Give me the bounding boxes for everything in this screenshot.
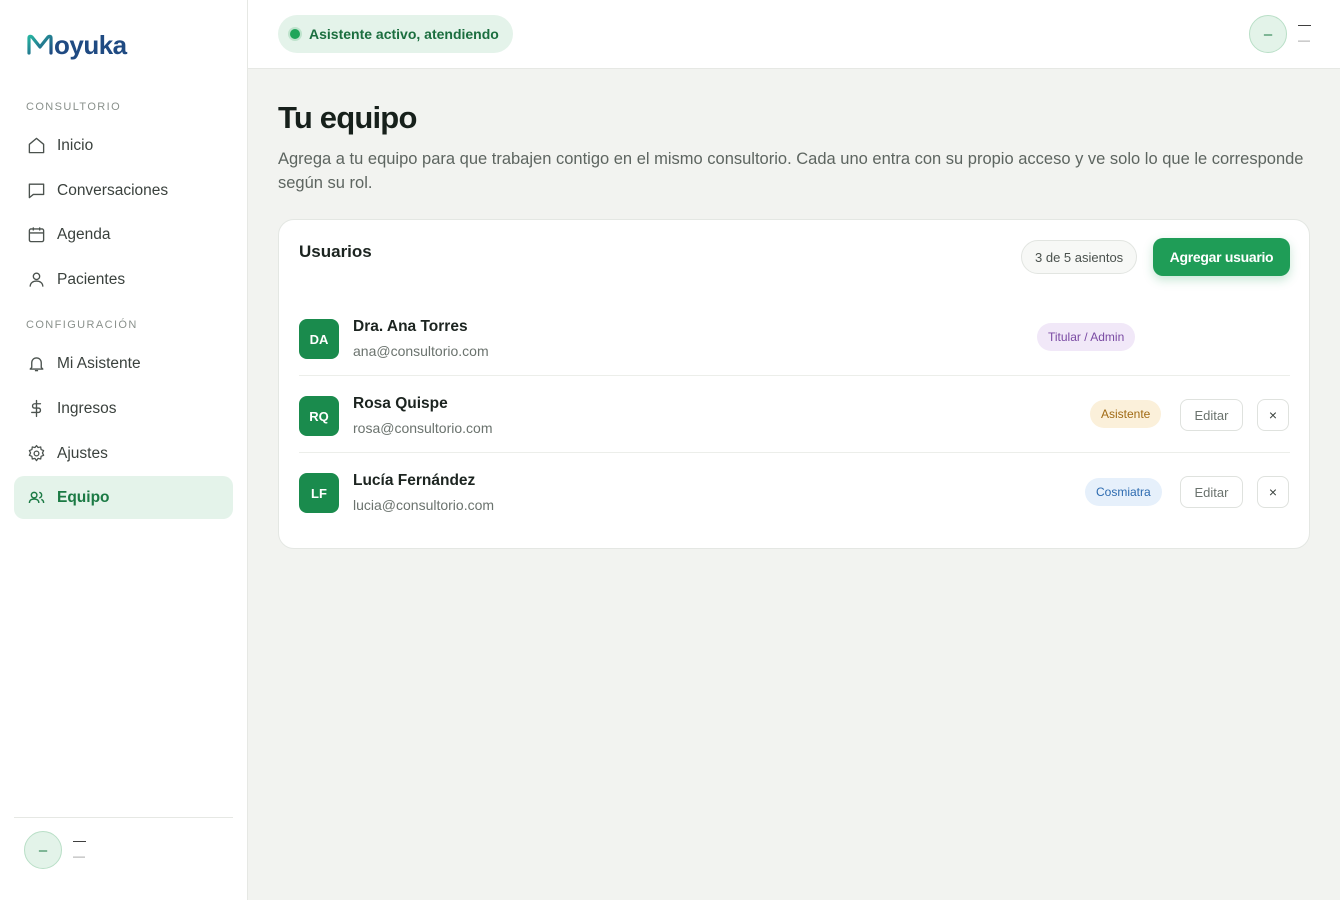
user-name: Rosa Quispe xyxy=(353,395,448,412)
users-card: Usuarios 3 de 5 asientos Agregar usuario… xyxy=(278,219,1310,549)
remove-user-button[interactable]: × xyxy=(1257,476,1289,508)
sidebar-item-pacientes[interactable]: Pacientes xyxy=(14,258,233,301)
sidebar-divider xyxy=(14,817,233,818)
role-badge: Asistente xyxy=(1090,400,1162,428)
bell-icon xyxy=(26,354,46,374)
sidebar-item-agenda[interactable]: Agenda xyxy=(14,213,233,256)
sidebar-item-label: Pacientes xyxy=(57,270,126,288)
section-label-configuracion: CONFIGURACIÓN xyxy=(26,319,138,331)
logo-mark-icon xyxy=(27,34,53,55)
sidebar-item-label: Conversaciones xyxy=(57,181,169,199)
user-avatar: RQ xyxy=(299,396,339,436)
users-icon xyxy=(26,488,46,508)
sidebar-item-label: Agenda xyxy=(57,225,111,243)
sidebar-item-label: Ajustes xyxy=(57,444,108,462)
user-icon xyxy=(26,270,46,290)
assistant-status-badge: Asistente activo, atendiendo xyxy=(278,15,513,53)
add-user-button[interactable]: Agregar usuario xyxy=(1153,238,1290,276)
sidebar: oyuka CONSULTORIO Inicio Conversaciones … xyxy=(0,0,248,900)
user-row: LF Lucía Fernández lucia@consultorio.com… xyxy=(299,454,1290,530)
sidebar-item-label: Mi Asistente xyxy=(57,354,141,372)
sidebar-user-info: — — xyxy=(73,834,86,864)
edit-user-button[interactable]: Editar xyxy=(1180,476,1243,508)
sidebar-item-label: Ingresos xyxy=(57,399,117,417)
seats-badge: 3 de 5 asientos xyxy=(1021,240,1138,274)
header-user-info: — — xyxy=(1298,18,1311,48)
page-title: Tu equipo xyxy=(278,100,417,135)
sidebar-item-equipo[interactable]: Equipo xyxy=(14,476,233,519)
avatar[interactable]: – xyxy=(24,831,62,869)
user-name: Lucía Fernández xyxy=(353,472,476,489)
home-icon xyxy=(26,136,46,156)
remove-user-button[interactable]: × xyxy=(1257,399,1289,431)
header-user-name: — xyxy=(1298,17,1311,32)
gear-icon xyxy=(26,444,46,464)
edit-user-button[interactable]: Editar xyxy=(1180,399,1243,431)
dollar-icon xyxy=(26,399,46,419)
sidebar-item-inicio[interactable]: Inicio xyxy=(14,124,233,167)
card-title: Usuarios xyxy=(299,242,372,261)
status-dot-icon xyxy=(290,29,300,39)
brand-name: oyuka xyxy=(54,29,127,60)
user-avatar: LF xyxy=(299,473,339,513)
sidebar-item-mi-asistente[interactable]: Mi Asistente xyxy=(14,342,233,385)
calendar-icon xyxy=(26,225,46,245)
user-row: RQ Rosa Quispe rosa@consultorio.com Asis… xyxy=(299,377,1290,453)
page-description: Agrega a tu equipo para que trabajen con… xyxy=(278,150,1304,192)
top-header: Asistente activo, atendiendo – — — xyxy=(248,0,1340,69)
role-badge: Cosmiatra xyxy=(1085,478,1162,506)
user-email: ana@consultorio.com xyxy=(353,343,489,359)
assistant-status-text: Asistente activo, atendiendo xyxy=(309,26,499,42)
user-email: lucia@consultorio.com xyxy=(353,497,495,513)
brand-logo[interactable]: oyuka xyxy=(26,30,127,60)
sidebar-item-conversaciones[interactable]: Conversaciones xyxy=(14,169,233,212)
user-row: DA Dra. Ana Torres ana@consultorio.com T… xyxy=(299,300,1290,376)
role-badge: Titular / Admin xyxy=(1037,323,1136,351)
header-user-role: — xyxy=(1298,33,1310,47)
sidebar-item-label: Inicio xyxy=(57,136,94,154)
user-avatar: DA xyxy=(299,319,339,359)
chat-icon xyxy=(26,181,46,201)
sidebar-item-ajustes[interactable]: Ajustes xyxy=(14,432,233,475)
row-divider xyxy=(299,452,1290,453)
user-name: Dra. Ana Torres xyxy=(353,318,468,335)
sidebar-user-role: — xyxy=(73,849,85,863)
sidebar-user-name: — xyxy=(73,833,86,848)
header-avatar[interactable]: – xyxy=(1249,15,1287,53)
sidebar-item-label: Equipo xyxy=(57,488,110,506)
sidebar-item-ingresos[interactable]: Ingresos xyxy=(14,387,233,430)
user-email: rosa@consultorio.com xyxy=(353,420,493,436)
row-divider xyxy=(299,375,1290,376)
section-label-consultorio: CONSULTORIO xyxy=(26,101,122,113)
